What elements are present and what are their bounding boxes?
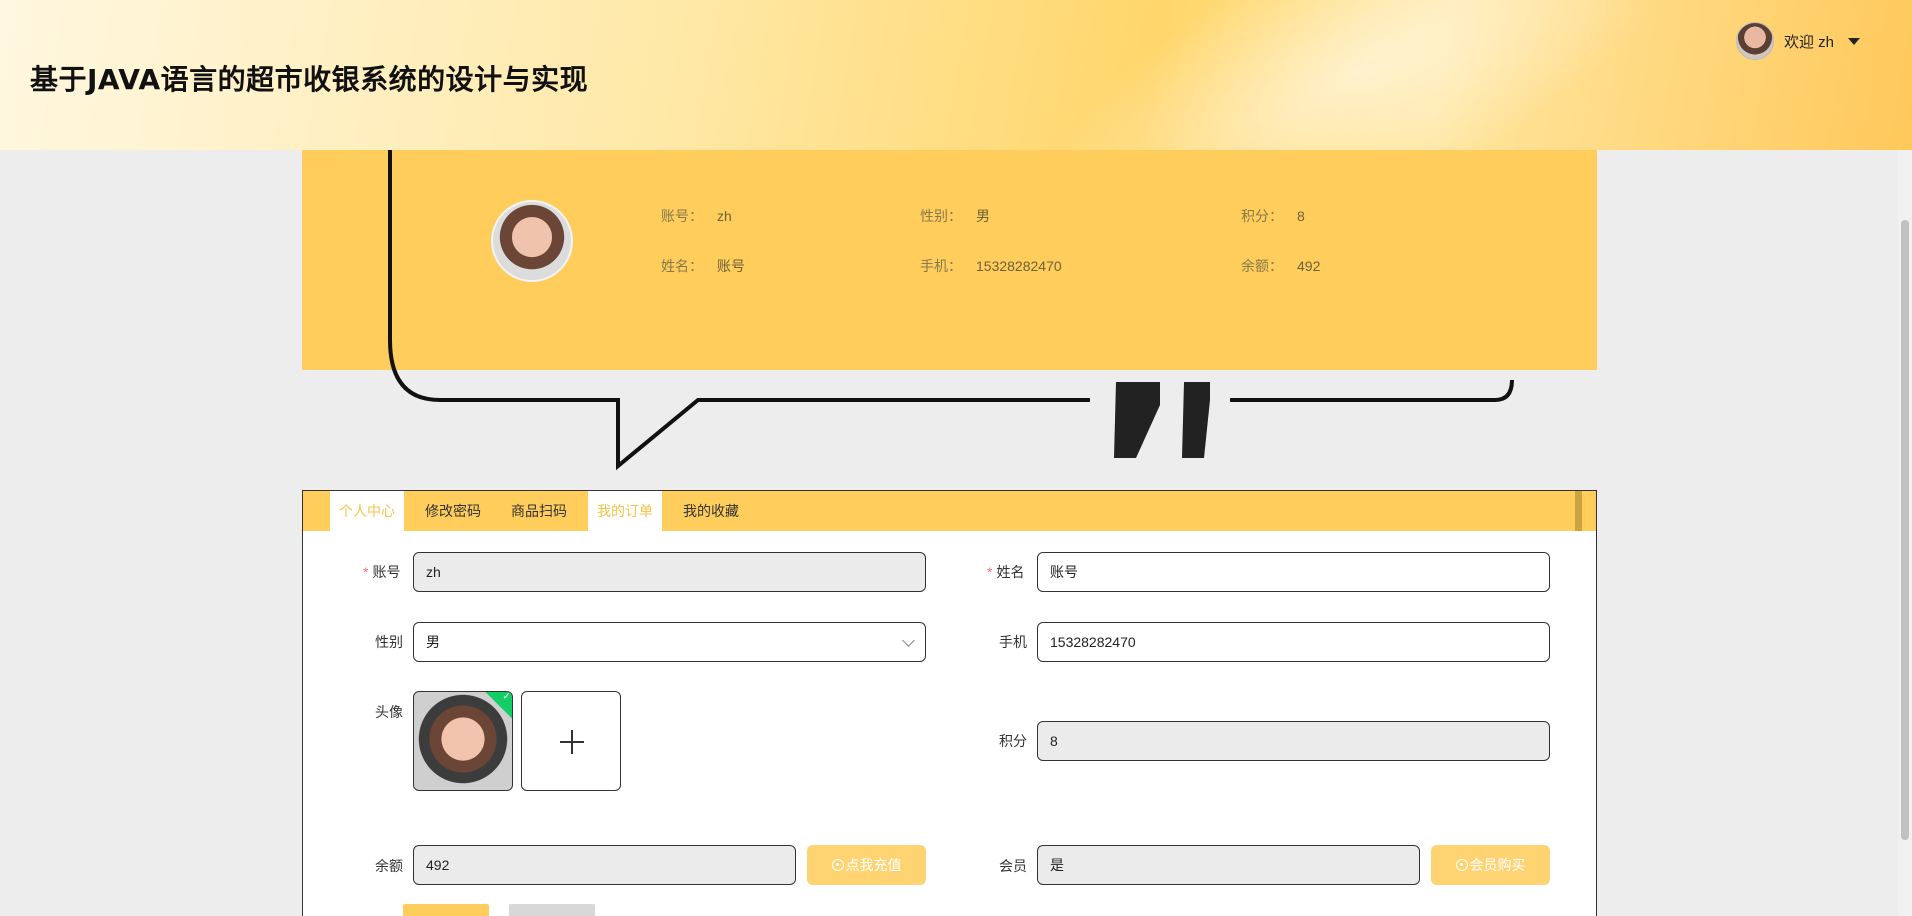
check-badge-icon: ✓	[482, 692, 512, 721]
header: 基于JAVA语言的超市收银系统的设计与实现 欢迎 zh	[0, 0, 1912, 150]
quote-mark-icon	[1114, 382, 1160, 458]
member-field[interactable]: 是	[1037, 845, 1420, 885]
points-label: 积分	[999, 733, 1027, 749]
profile-panel: 个人中心 修改密码 商品扫码 我的订单 我的收藏 * 账号 zh * 姓名 账号 性…	[302, 490, 1597, 916]
tab-my-favorites[interactable]: 我的收藏	[674, 491, 748, 531]
info-name: 姓名： 账号	[661, 258, 745, 274]
header-decoration	[989, 0, 1735, 150]
balance-field[interactable]: 492	[413, 845, 796, 885]
chevron-down-icon	[902, 634, 915, 647]
account-field[interactable]: zh	[413, 552, 926, 592]
tab-scan-product[interactable]: 商品扫码	[502, 491, 576, 531]
caret-down-icon[interactable]	[1848, 37, 1860, 45]
name-field[interactable]: 账号	[1037, 552, 1550, 592]
tab-change-password[interactable]: 修改密码	[416, 491, 490, 531]
user-avatar-icon[interactable]	[1735, 22, 1774, 60]
name-label: * 姓名	[987, 564, 1025, 580]
submit-button[interactable]	[403, 904, 489, 916]
phone-field[interactable]: 15328282470	[1037, 622, 1550, 662]
points-field[interactable]: 8	[1037, 721, 1550, 761]
gender-select[interactable]: 男	[413, 622, 926, 662]
gender-label: 性别	[375, 634, 403, 650]
tab-scroll-edge	[1575, 491, 1582, 531]
balance-label: 余额	[375, 858, 403, 874]
avatar-label: 头像	[375, 704, 403, 720]
cancel-button[interactable]	[509, 904, 595, 916]
member-label: 会员	[999, 858, 1027, 874]
profile-avatar	[491, 200, 573, 282]
info-account: 账号： zh	[661, 208, 732, 224]
welcome-text[interactable]: 欢迎 zh	[1784, 31, 1834, 52]
page-title: 基于JAVA语言的超市收银系统的设计与实现	[30, 63, 589, 96]
scrollbar-thumb[interactable]	[1901, 220, 1909, 840]
avatar-upload-button[interactable]	[521, 691, 621, 791]
tab-my-orders[interactable]: 我的订单	[588, 491, 662, 531]
account-label: * 账号	[363, 564, 401, 580]
tab-bar: 个人中心 修改密码 商品扫码 我的订单 我的收藏	[303, 491, 1596, 531]
info-points: 积分： 8	[1241, 208, 1305, 224]
info-balance: 余额： 492	[1241, 258, 1321, 274]
avatar-thumbnail[interactable]: ✓	[413, 691, 513, 791]
user-menu[interactable]: 欢迎 zh	[1735, 22, 1860, 60]
tab-personal-center[interactable]: 个人中心	[330, 491, 404, 531]
page-scrollbar[interactable]	[1898, 150, 1912, 916]
info-gender: 性别：男	[920, 208, 990, 224]
buy-membership-button[interactable]: 会员购买	[1431, 845, 1550, 885]
recharge-icon	[831, 859, 844, 871]
recharge-button[interactable]: 点我充值	[807, 845, 926, 885]
membership-icon	[1455, 859, 1468, 871]
phone-label: 手机	[999, 634, 1027, 650]
info-phone: 手机： 15328282470	[920, 258, 1062, 274]
gender-value: 男	[426, 634, 440, 650]
